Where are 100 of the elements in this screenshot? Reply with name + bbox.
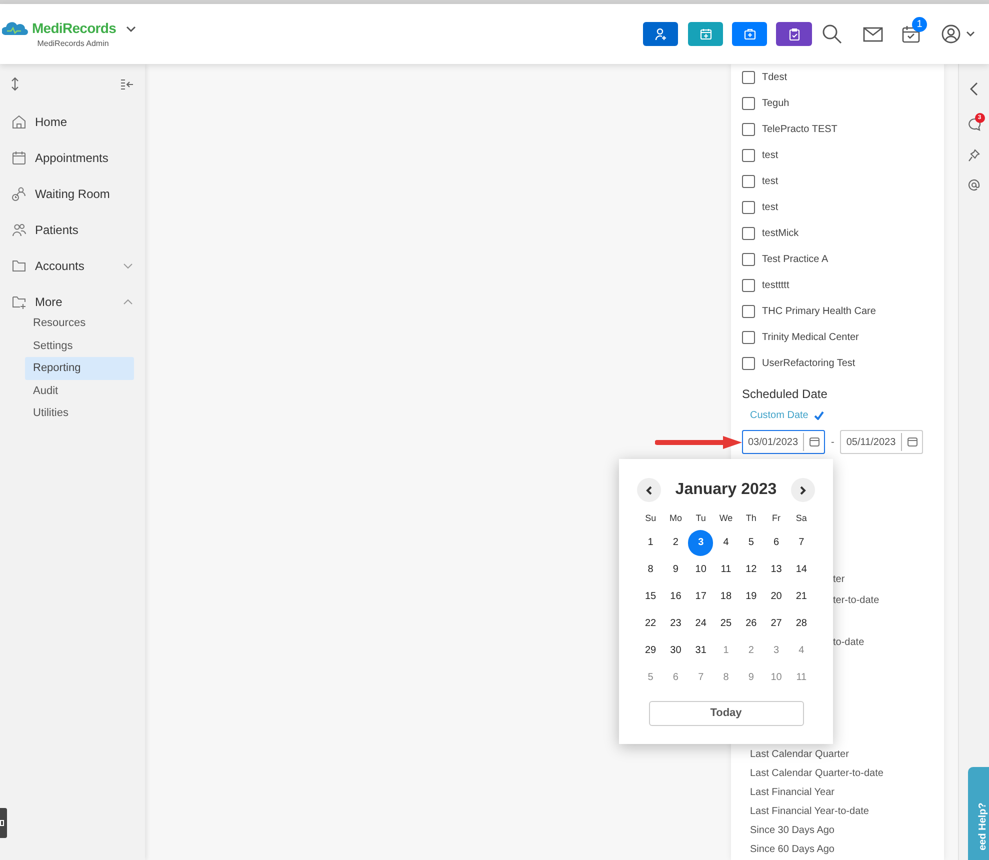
preset-option[interactable]: Last Financial Year	[750, 783, 835, 802]
folder-plus-icon	[11, 294, 27, 310]
preset-option[interactable]: Since 60 Days Ago	[750, 840, 834, 859]
calendar-day[interactable]: 4	[713, 530, 739, 556]
weekday-label: We	[718, 512, 734, 526]
from-date-field[interactable]: 03/01/2023	[742, 430, 825, 454]
checkbox[interactable]	[742, 252, 755, 266]
preset-option[interactable]: Last Calendar Quarter	[750, 745, 849, 764]
preset-option[interactable]: to-date	[833, 632, 864, 653]
checkbox[interactable]	[742, 226, 755, 240]
calendar-day[interactable]: 25	[713, 610, 739, 636]
calendar-day[interactable]: 27	[764, 610, 789, 636]
calendar-day[interactable]: 9	[738, 664, 764, 690]
nav-item[interactable]: Accounts	[0, 248, 145, 284]
calendar-day[interactable]: 5	[638, 664, 664, 690]
calendar-check-icon[interactable]	[902, 25, 920, 43]
submenu-item[interactable]: Audit	[25, 380, 134, 402]
calendar-day[interactable]: 2	[738, 638, 764, 664]
weekday-label: Sa	[794, 512, 808, 526]
calendar-day[interactable]: 1	[638, 530, 664, 556]
preset-option[interactable]: Last Financial Year-to-date	[750, 802, 869, 821]
at-sign-icon[interactable]	[968, 179, 980, 191]
calendar-day[interactable]: 24	[688, 610, 714, 636]
clipboard-button[interactable]	[776, 22, 812, 46]
calendar-day[interactable]: 21	[788, 584, 814, 610]
calendar-day[interactable]: 14	[788, 556, 814, 582]
calendar-day[interactable]: 5	[738, 530, 764, 556]
calendar-day[interactable]: 1	[713, 638, 739, 664]
chevron-down-icon[interactable]	[126, 24, 136, 32]
window-icon	[0, 820, 4, 826]
mail-icon[interactable]	[863, 26, 883, 42]
calendar-day[interactable]: 8	[713, 664, 739, 690]
calendar-day[interactable]: 26	[738, 610, 764, 636]
calendar-day[interactable]: 29	[638, 638, 664, 664]
vertical-arrows-icon[interactable]	[11, 77, 19, 91]
chevron-down-icon[interactable]	[966, 31, 975, 37]
add-appointment-button[interactable]	[688, 22, 723, 46]
preset-option[interactable]: ter	[833, 569, 845, 590]
calendar-day[interactable]: 12	[738, 556, 764, 582]
calendar-day[interactable]: 11	[788, 664, 814, 690]
calendar-day[interactable]: 11	[713, 556, 739, 582]
pin-icon[interactable]	[968, 149, 980, 162]
preset-option[interactable]: Since 30 Days Ago	[750, 821, 834, 840]
calendar-day[interactable]: 10	[688, 556, 714, 582]
calendar-day[interactable]: 31	[688, 638, 714, 664]
calendar-day[interactable]: 10	[764, 664, 789, 690]
nav-item[interactable]: Appointments	[0, 140, 145, 176]
checkbox[interactable]	[742, 96, 755, 110]
calendar-day[interactable]: 7	[688, 664, 714, 690]
checkbox[interactable]	[742, 278, 755, 292]
checkbox[interactable]	[742, 122, 755, 136]
calendar-day[interactable]: 30	[663, 638, 688, 664]
calendar-day[interactable]: 8	[638, 556, 664, 582]
checkbox[interactable]	[742, 174, 755, 188]
checkbox[interactable]	[742, 200, 755, 214]
collapse-menu-icon[interactable]	[120, 78, 134, 90]
nav-item[interactable]: Home	[0, 104, 145, 140]
submenu-item[interactable]: Reporting	[25, 357, 134, 380]
checkbox[interactable]	[742, 330, 755, 344]
calendar-day[interactable]: 28	[788, 610, 814, 636]
calendar-day[interactable]: 3	[764, 638, 789, 664]
submenu-item[interactable]: Settings	[25, 334, 134, 357]
add-patient-button[interactable]	[643, 22, 678, 46]
weekday-label: Mo	[668, 512, 683, 526]
calendar-day[interactable]: 20	[764, 584, 789, 610]
checkbox[interactable]	[742, 148, 755, 162]
preset-option[interactable]: ter-to-date	[833, 590, 880, 611]
next-month-button[interactable]	[791, 478, 815, 502]
calendar-day[interactable]: 9	[663, 556, 688, 582]
today-button[interactable]: Today	[648, 701, 804, 726]
calendar-day[interactable]: 7	[788, 530, 814, 556]
calendar-day[interactable]: 23	[663, 610, 688, 636]
submenu-item[interactable]: Utilities	[25, 402, 134, 424]
calendar-day[interactable]: 15	[638, 584, 664, 610]
practice-label: testMick	[762, 226, 799, 240]
search-icon[interactable]	[822, 24, 842, 44]
calendar-day[interactable]: 22	[638, 610, 664, 636]
user-avatar-icon[interactable]	[941, 24, 961, 44]
checkbox[interactable]	[742, 356, 755, 370]
calendar-day[interactable]: 6	[764, 530, 789, 556]
calendar-day[interactable]: 3	[688, 530, 714, 556]
checkbox[interactable]	[742, 304, 755, 318]
checkbox[interactable]	[742, 70, 755, 84]
calendar-day[interactable]: 6	[663, 664, 688, 690]
calendar-day[interactable]: 16	[663, 584, 688, 610]
preset-option[interactable]: Last Calendar Quarter-to-date	[750, 764, 884, 783]
calendar-day[interactable]: 18	[713, 584, 739, 610]
to-date-field[interactable]: 05/11/2023	[840, 430, 924, 454]
chat-icon[interactable]	[968, 118, 980, 131]
chevron-left-icon[interactable]	[970, 82, 978, 96]
nav-item[interactable]: Waiting Room	[0, 176, 145, 212]
calendar-day[interactable]: 17	[688, 584, 714, 610]
medical-kit-button[interactable]	[732, 22, 767, 46]
calendar-day[interactable]: 2	[663, 530, 688, 556]
calendar-day[interactable]: 4	[788, 638, 814, 664]
previous-month-button[interactable]	[637, 478, 661, 502]
nav-item[interactable]: Patients	[0, 212, 145, 248]
calendar-day[interactable]: 19	[738, 584, 764, 610]
side-tab[interactable]	[0, 808, 7, 838]
calendar-day[interactable]: 13	[764, 556, 789, 582]
